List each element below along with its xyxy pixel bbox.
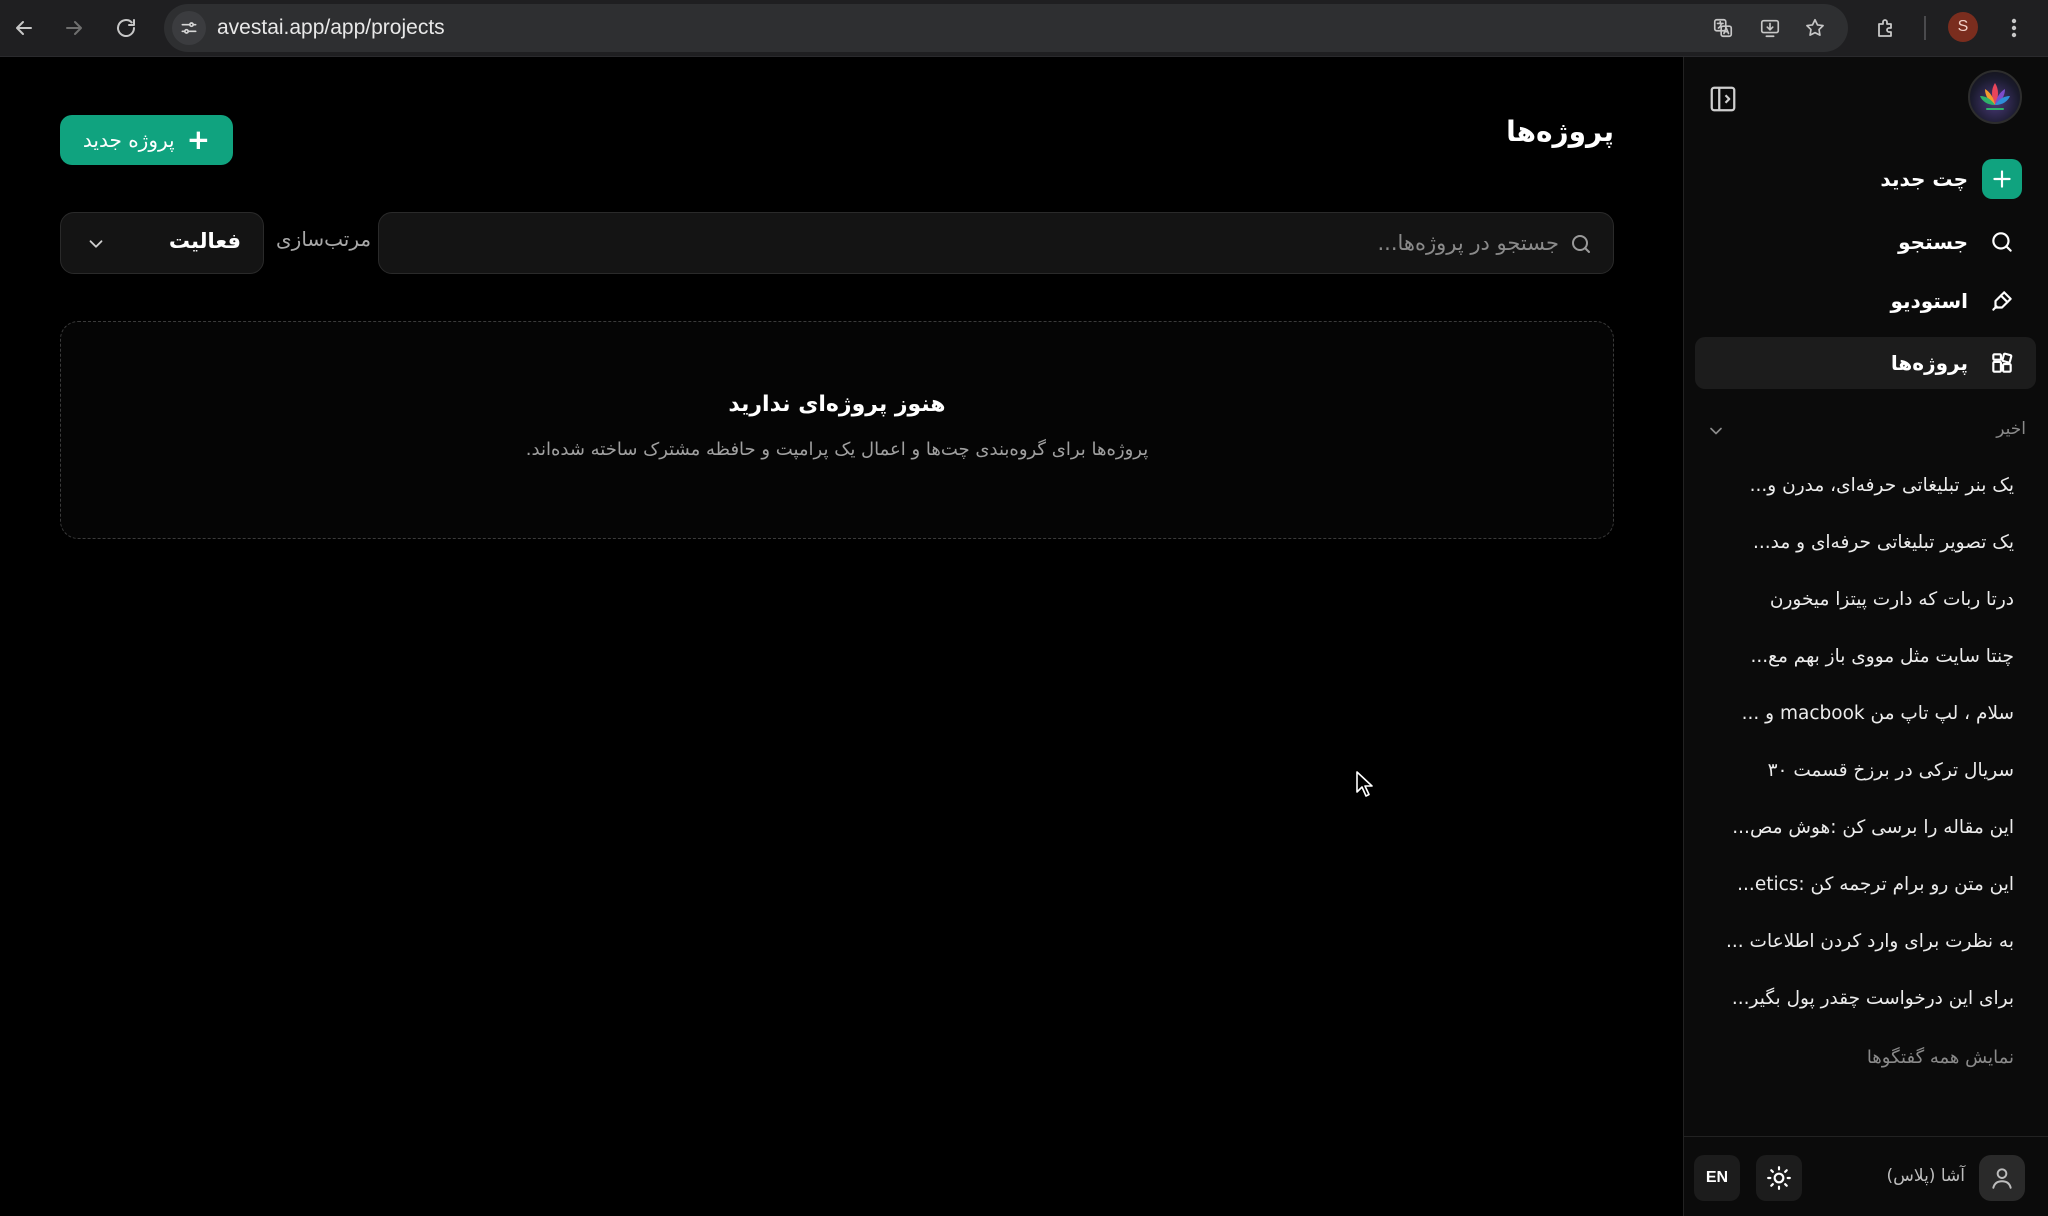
puzzle-icon xyxy=(1878,19,1892,37)
extensions-button[interactable] xyxy=(1867,9,1905,47)
browser-toolbar: avestai.app/app/projects S xyxy=(0,0,2048,57)
search-icon xyxy=(1569,232,1593,256)
install-icon xyxy=(1760,19,1780,38)
sidebar-item-search[interactable]: جستجو xyxy=(1695,216,2036,268)
sort-label: مرتب‌سازی xyxy=(276,227,372,251)
plus-icon xyxy=(1982,159,2022,199)
sun-icon xyxy=(1767,1166,1791,1190)
user-icon xyxy=(1992,1168,2012,1189)
empty-state-title: هنوز پروژه‌ای ندارید xyxy=(728,392,946,417)
sidebar-item-projects[interactable]: پروژه‌ها xyxy=(1695,337,2036,389)
profile-avatar[interactable]: S xyxy=(1948,12,1978,42)
arrow-right-icon xyxy=(66,21,82,35)
site-info-button[interactable] xyxy=(172,11,206,45)
toolbar-separator xyxy=(1924,16,1926,40)
app-logo[interactable] xyxy=(1968,70,2022,124)
recent-chat-item[interactable]: درتا ربات که دارت پیتزا میخورن xyxy=(1714,571,2014,628)
user-avatar[interactable] xyxy=(1979,1155,2025,1201)
install-app-button[interactable] xyxy=(1755,13,1785,43)
recent-chats-list: یک بنر تبلیغاتی حرفه‌ای، مدرن و... یک تص… xyxy=(1714,457,2014,1027)
user-name[interactable]: آشا (پلاس) xyxy=(1887,1166,1965,1186)
sidebar-footer: آشا (پلاس) EN xyxy=(1684,1136,2048,1216)
translate-icon xyxy=(1713,18,1733,38)
language-toggle-button[interactable]: EN xyxy=(1694,1155,1740,1201)
empty-state-description: پروژه‌ها برای گروه‌بندی چت‌ها و اعمال یک… xyxy=(525,439,1149,460)
show-all-chats-link[interactable]: نمایش همه گفتگوها xyxy=(1867,1047,2014,1068)
recent-chat-item[interactable]: چنتا سایت مثل مووی باز بهم مع... xyxy=(1714,628,2014,685)
chevron-down-icon[interactable] xyxy=(1706,421,1726,441)
browser-menu-button[interactable] xyxy=(1995,9,2033,47)
sidebar: چت جدید جستجو استودیو پروژه‌ها اخیر یک ب… xyxy=(1683,57,2048,1216)
reload-icon xyxy=(117,19,135,37)
recent-chat-item[interactable]: سریال ترکی در برزخ قسمت ۳۰ xyxy=(1714,742,2014,799)
sidebar-item-label: چت جدید xyxy=(1880,167,1968,191)
arrow-left-icon xyxy=(16,21,32,35)
sidebar-toggle-button[interactable] xyxy=(1708,84,1742,118)
forward-button[interactable] xyxy=(55,9,93,47)
address-bar[interactable]: avestai.app/app/projects xyxy=(164,4,1848,52)
mouse-cursor-icon xyxy=(1356,771,1373,797)
theme-toggle-button[interactable] xyxy=(1756,1155,1802,1201)
reload-button[interactable] xyxy=(107,9,145,47)
bookmark-button[interactable] xyxy=(1800,13,1830,43)
translate-button[interactable] xyxy=(1708,13,1738,43)
chevron-down-icon xyxy=(85,233,107,255)
empty-state-card: هنوز پروژه‌ای ندارید پروژه‌ها برای گروه‌… xyxy=(60,321,1614,539)
recent-chat-item[interactable]: سلام ، لپ تاپ من macbook و ... xyxy=(1714,685,2014,742)
url-text: avestai.app/app/projects xyxy=(217,16,445,39)
search-icon xyxy=(1982,222,2022,262)
kebab-menu-icon xyxy=(2011,18,2017,38)
lotus-logo-icon xyxy=(1980,83,2010,110)
recent-chat-item[interactable]: یک بنر تبلیغاتی حرفه‌ای، مدرن و... xyxy=(1714,457,2014,514)
recent-chat-item[interactable]: به نظرت برای وارد کردن اطلاعات ... xyxy=(1714,913,2014,970)
sidebar-item-label: جستجو xyxy=(1898,230,1968,254)
recent-chat-item[interactable]: یک تصویر تبلیغاتی حرفه‌ای و مد... xyxy=(1714,514,2014,571)
sidebar-item-label: پروژه‌ها xyxy=(1890,351,1968,375)
recent-chat-item[interactable]: این متن رو برام ترجمه کن :etics... xyxy=(1714,856,2014,913)
sidebar-collapse-icon xyxy=(1710,86,1736,112)
sort-select[interactable]: فعالیت xyxy=(60,212,264,274)
paint-brush-icon xyxy=(1982,281,2022,321)
main-content: پروژه‌ها + پروژه جدید مرتب‌سازی فعالیت ه… xyxy=(0,57,1683,1216)
project-search-input[interactable] xyxy=(399,213,1559,273)
sidebar-item-new-chat[interactable]: چت جدید xyxy=(1695,153,2036,205)
back-button[interactable] xyxy=(5,9,43,47)
sidebar-item-label: استودیو xyxy=(1890,289,1968,313)
sidebar-item-studio[interactable]: استودیو xyxy=(1695,275,2036,327)
page-title: پروژه‌ها xyxy=(1506,115,1614,148)
project-search-box[interactable] xyxy=(378,212,1614,274)
tune-icon xyxy=(181,22,197,34)
recent-chat-item[interactable]: برای این درخواست چقدر پول بگیر... xyxy=(1714,970,2014,1027)
recent-chat-item[interactable]: این مقاله را برسی کن :هوش مص... xyxy=(1714,799,2014,856)
projects-icon xyxy=(1982,343,2022,383)
plus-icon: + xyxy=(186,123,211,156)
recent-heading: اخیر xyxy=(1996,419,2026,439)
star-icon xyxy=(1806,18,1824,36)
sort-value: فعالیت xyxy=(168,229,241,253)
new-project-button[interactable]: + پروژه جدید xyxy=(60,115,233,165)
new-project-label: پروژه جدید xyxy=(82,128,175,152)
